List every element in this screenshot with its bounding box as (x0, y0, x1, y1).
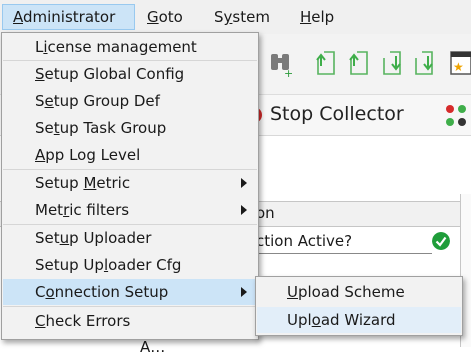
mi-post: pp Log Level (45, 146, 141, 164)
menu-item-license-management[interactable]: License management (3, 34, 257, 60)
menu-bar: Administrator Goto System Help (0, 0, 471, 34)
menu-system[interactable]: System (204, 4, 280, 30)
bottom-row-text: A… (140, 338, 166, 356)
binoculars-icon[interactable]: + (268, 48, 292, 78)
mi-post: tup Group Def (53, 92, 160, 110)
menu-item-app-log-level[interactable]: App Log Level (3, 142, 257, 168)
mi-underline: S (35, 65, 45, 83)
menu-item-setup-task-group[interactable]: Setup Task Group (3, 115, 257, 141)
mi-pre: Met (35, 201, 64, 219)
menu-system-rest: stem (232, 8, 270, 26)
upload-icon[interactable] (314, 48, 338, 78)
si-pre: Upl (287, 311, 312, 329)
menu-goto-rest: oto (158, 8, 183, 26)
chevron-right-icon (241, 287, 247, 297)
menu-item-metric-filters[interactable]: Metric filters (3, 197, 257, 223)
menu-item-setup-global-config[interactable]: Setup Global Config (3, 61, 257, 87)
mi-post: etup Global Config (44, 65, 185, 83)
menu-administrator-underline: A (13, 8, 23, 26)
mi-underline: M (83, 174, 97, 192)
mi-post: up Task Group (59, 119, 167, 137)
mi-post: oader Cfg (108, 256, 182, 274)
svg-text:+: + (284, 67, 292, 78)
mi-pre: S (35, 92, 45, 110)
mi-pre: Setup (35, 174, 84, 192)
chevron-right-icon (241, 178, 247, 188)
mi-pre: Se (35, 119, 54, 137)
calendar-star-icon[interactable]: ★ (449, 48, 471, 78)
mi-underline: o (45, 283, 55, 301)
menu-administrator[interactable]: Administrator (2, 4, 135, 30)
network-icon[interactable] (444, 103, 470, 129)
submenu-item-upload-wizard[interactable]: Upload Wizard (257, 307, 461, 333)
menu-help-underline: H (300, 8, 312, 26)
administrator-menu: License management Setup Global Config S… (1, 32, 259, 340)
menu-help[interactable]: Help (290, 4, 344, 30)
mi-post: nnection Setup (54, 283, 169, 301)
chevron-right-icon (241, 205, 247, 215)
si-underline: o (311, 311, 321, 329)
row-underline (256, 253, 432, 254)
mi-post: ic filters (69, 201, 130, 219)
menu-item-setup-group-def[interactable]: Setup Group Def (3, 88, 257, 114)
menu-separator (3, 306, 257, 307)
si-post: pload Scheme (297, 283, 405, 301)
menu-goto[interactable]: Goto (137, 4, 193, 30)
mi-post: etric (96, 174, 131, 192)
mi-post: p Uploader (69, 229, 152, 247)
stop-collector-label[interactable]: Stop Collector (270, 103, 404, 125)
menu-item-setup-uploader[interactable]: Setup Uploader (3, 225, 257, 251)
menu-item-setup-uploader-cfg[interactable]: Setup Uploader Cfg (3, 252, 257, 278)
mi-underline: A (35, 146, 46, 164)
menu-system-pre: S (214, 8, 224, 26)
menu-goto-underline: G (147, 8, 159, 26)
si-underline: U (287, 283, 298, 301)
si-post: ad Wizard (320, 311, 396, 329)
mi-underline: e (44, 92, 54, 110)
svg-text:★: ★ (453, 60, 464, 74)
mi-pre: Set (35, 229, 60, 247)
mi-underline: u (59, 229, 70, 247)
menu-administrator-rest: dministrator (23, 8, 116, 26)
check-circle-icon (432, 232, 450, 250)
mi-post: heck Errors (45, 312, 131, 330)
upload-icon[interactable] (347, 48, 371, 78)
submenu-item-upload-scheme[interactable]: Upload Scheme (257, 279, 461, 305)
mi-underline: C (35, 312, 46, 330)
menu-item-connection-setup[interactable]: Connection Setup (3, 279, 257, 305)
connection-setup-submenu: Upload Scheme Upload Wizard (255, 276, 463, 336)
download-icon[interactable] (380, 48, 404, 78)
menu-item-setup-metric[interactable]: Setup Metric (3, 170, 257, 196)
mi-post: cense management (47, 38, 197, 56)
menu-item-check-errors[interactable]: Check Errors (3, 308, 257, 334)
row-label: ction Active? (256, 232, 353, 250)
menu-help-rest: elp (311, 8, 335, 26)
download-icon[interactable] (412, 48, 436, 78)
mi-pre: C (35, 283, 46, 301)
mi-pre: Setup Up (35, 256, 104, 274)
